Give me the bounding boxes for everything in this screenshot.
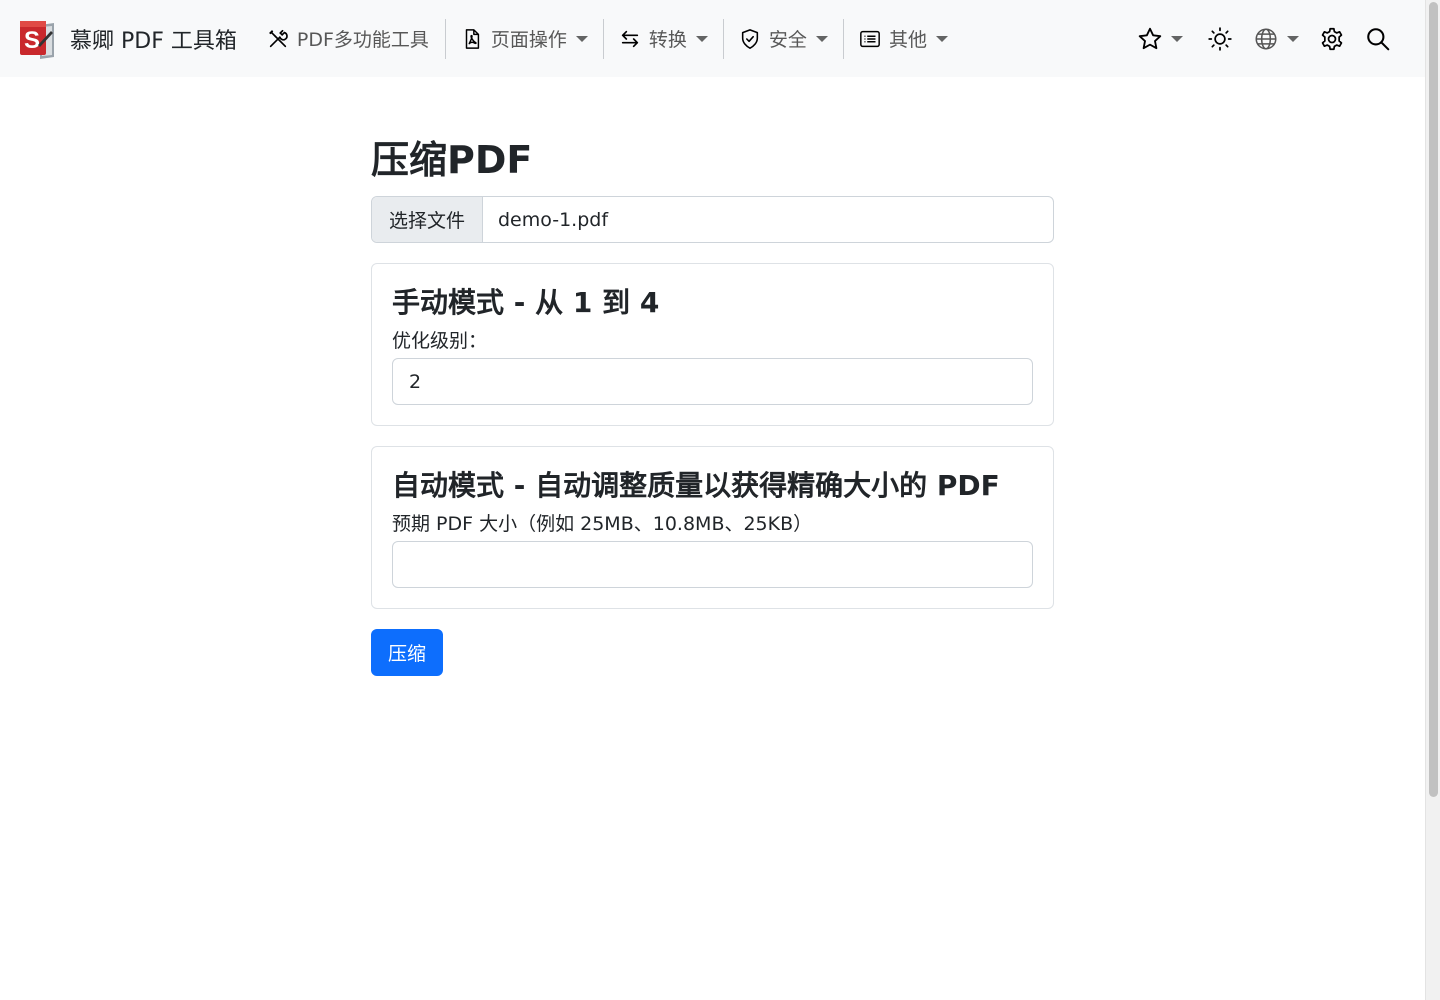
nav-multi-tool-label: PDF多功能工具 bbox=[296, 29, 429, 51]
navbar: S 慕卿 PDF 工具箱 PDF多功能工具 页面操作 转换 安全 其他 bbox=[0, 0, 1425, 77]
compress-button[interactable]: 压缩 bbox=[371, 629, 443, 676]
chevron-down-icon bbox=[575, 35, 588, 42]
optimization-level-label: 优化级别： bbox=[392, 330, 488, 352]
chevron-down-icon bbox=[935, 35, 948, 42]
manual-mode-title: 手动模式 - 从 1 到 4 bbox=[392, 286, 660, 319]
nav-security-label: 安全 bbox=[768, 29, 807, 51]
nav-other-dropdown[interactable]: 其他 bbox=[844, 19, 963, 59]
nav-security-dropdown[interactable]: 安全 bbox=[724, 19, 843, 59]
globe-icon bbox=[1255, 27, 1277, 50]
chevron-down-icon bbox=[1171, 35, 1183, 42]
nav-convert-label: 转换 bbox=[648, 29, 687, 51]
gear-icon bbox=[1321, 27, 1343, 50]
selected-file-name: demo-1.pdf bbox=[498, 208, 609, 231]
app-logo: S bbox=[20, 20, 54, 59]
search-icon bbox=[1367, 27, 1390, 50]
nav-right-group bbox=[1127, 19, 1401, 59]
sun-icon bbox=[1208, 26, 1232, 51]
shield-icon bbox=[741, 28, 759, 49]
expected-size-label: 预期 PDF 大小（例如 25MB、10.8MB、25KB） bbox=[392, 513, 813, 535]
tools-icon bbox=[269, 29, 288, 47]
nav-convert-dropdown[interactable]: 转换 bbox=[604, 19, 723, 59]
main-content: 压缩PDF 选择文件 demo-1.pdf 手动模式 - 从 1 到 4 优化级… bbox=[371, 130, 1054, 676]
svg-text:S: S bbox=[24, 27, 40, 54]
nav-other-label: 其他 bbox=[888, 29, 927, 51]
settings-button[interactable] bbox=[1309, 19, 1355, 59]
auto-mode-card: 自动模式 - 自动调整质量以获得精确大小的 PDF 预期 PDF 大小（例如 2… bbox=[371, 446, 1054, 609]
search-button[interactable] bbox=[1355, 19, 1401, 59]
optimization-level-input[interactable] bbox=[392, 358, 1033, 405]
scrollbar-thumb[interactable] bbox=[1429, 2, 1438, 797]
arrows-exchange-icon bbox=[621, 30, 639, 47]
file-pdf-icon bbox=[465, 28, 480, 49]
nav-page-ops-dropdown[interactable]: 页面操作 bbox=[446, 19, 603, 59]
theme-toggle[interactable] bbox=[1197, 19, 1243, 59]
nav-multi-tool[interactable]: PDF多功能工具 bbox=[263, 19, 445, 59]
favorites-dropdown[interactable] bbox=[1127, 19, 1193, 59]
choose-file-button[interactable]: 选择文件 bbox=[372, 197, 483, 242]
chevron-down-icon bbox=[1287, 35, 1299, 42]
page-title: 压缩PDF bbox=[371, 138, 533, 182]
manual-mode-card: 手动模式 - 从 1 到 4 优化级别： bbox=[371, 263, 1054, 426]
language-dropdown[interactable] bbox=[1243, 19, 1309, 59]
nav-page-ops-label: 页面操作 bbox=[490, 29, 567, 51]
chevron-down-icon bbox=[695, 35, 708, 42]
brand-title: 慕卿 PDF 工具箱 bbox=[70, 28, 237, 54]
file-input-group[interactable]: 选择文件 demo-1.pdf bbox=[371, 196, 1054, 243]
brand-link[interactable]: S 慕卿 PDF 工具箱 bbox=[18, 19, 237, 59]
expected-size-input[interactable] bbox=[392, 541, 1033, 588]
star-icon bbox=[1138, 27, 1162, 49]
chevron-down-icon bbox=[815, 35, 828, 42]
page-scrollbar[interactable] bbox=[1425, 0, 1440, 1000]
auto-mode-title: 自动模式 - 自动调整质量以获得精确大小的 PDF bbox=[392, 469, 1000, 502]
list-icon bbox=[860, 30, 880, 47]
